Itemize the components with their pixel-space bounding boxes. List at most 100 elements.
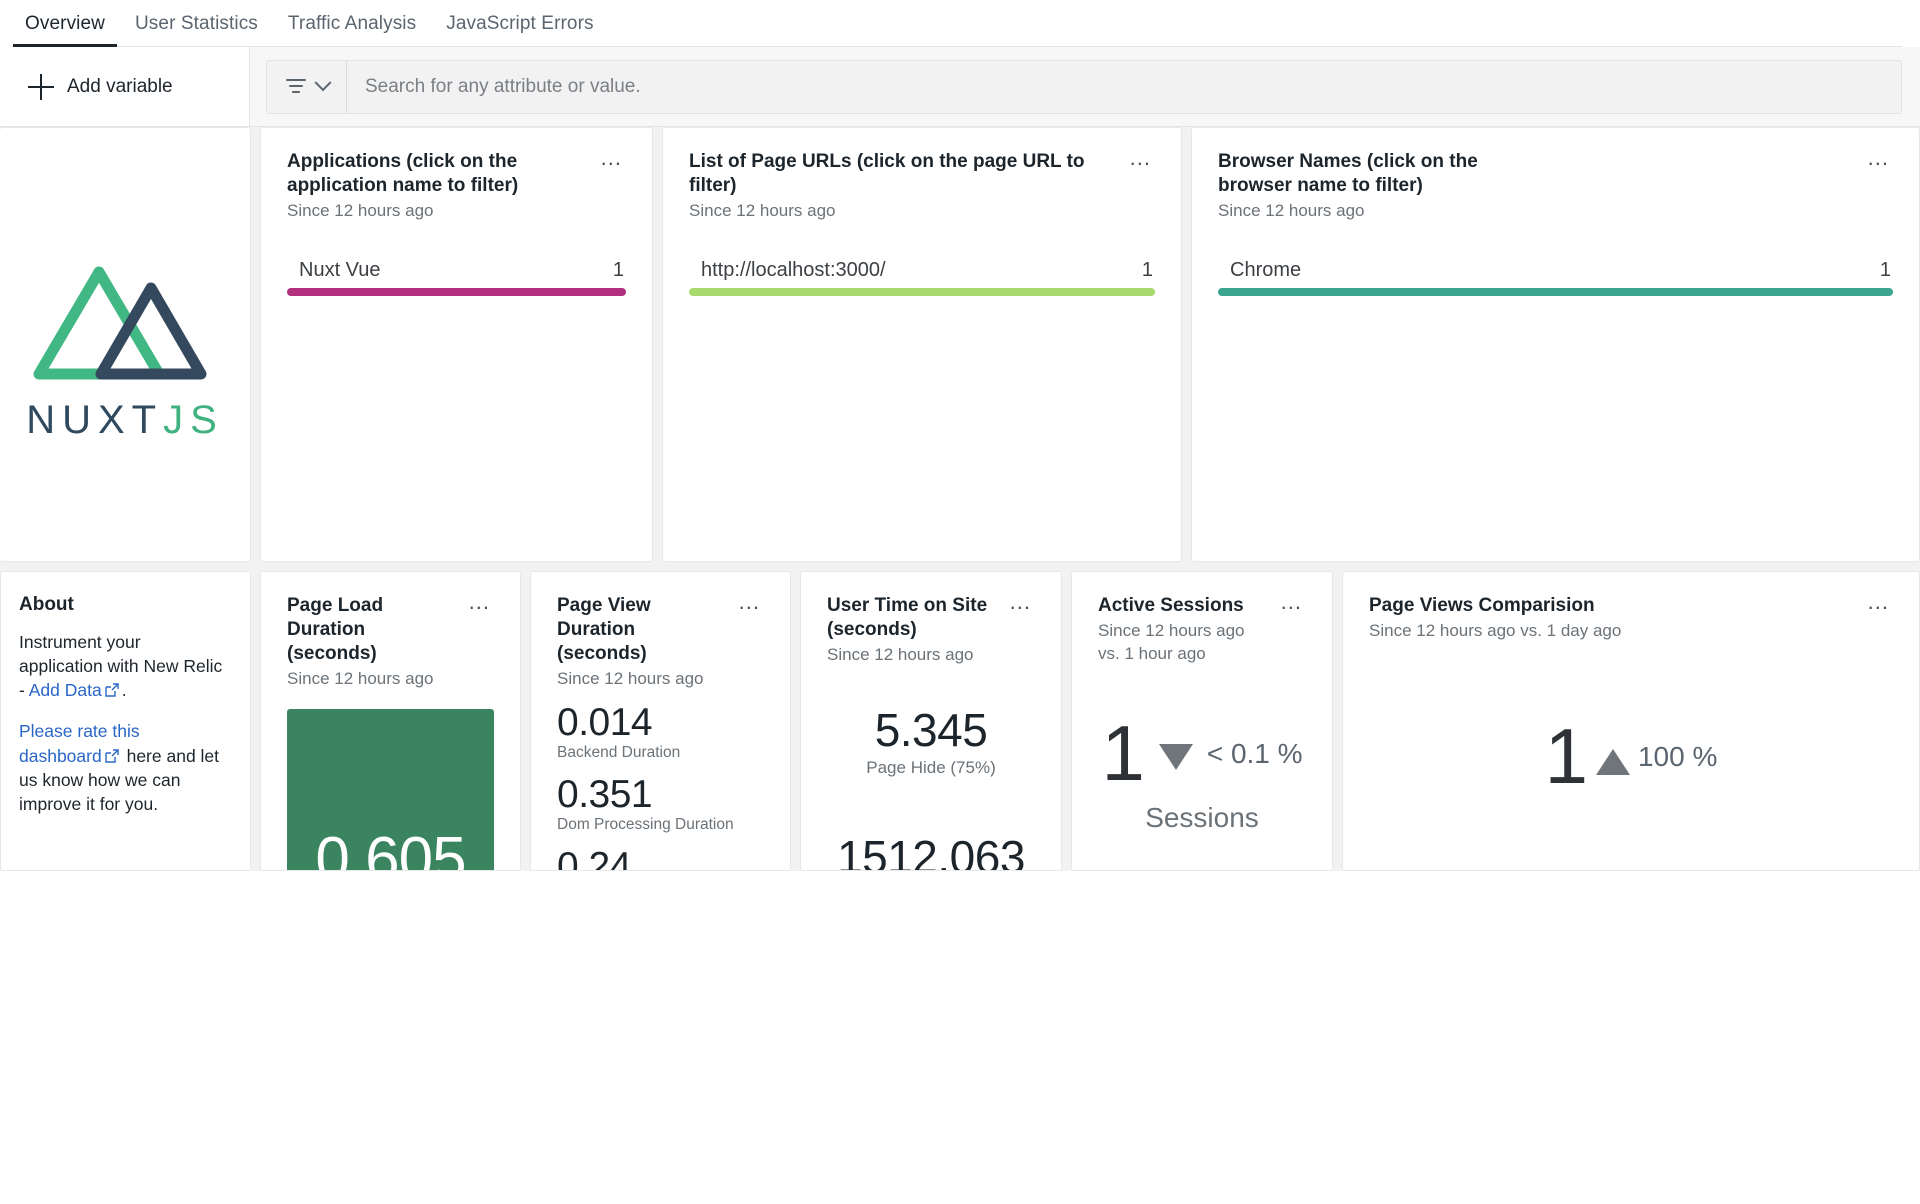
widget-title: Active Sessions <box>1098 594 1269 618</box>
tab-bar: Overview User Statistics Traffic Analysi… <box>0 0 1920 47</box>
toolbar: Add variable <box>0 47 1920 127</box>
nuxt-logo-text-js: JS <box>163 398 224 442</box>
billboard-change: < 0.1 % <box>1207 738 1303 770</box>
widget-title: Applications (click on the application n… <box>287 150 589 198</box>
add-variable-button[interactable]: Add variable <box>0 47 250 126</box>
bar-fill <box>1218 288 1893 296</box>
bar-track <box>1218 288 1893 296</box>
bar-value: 1 <box>613 259 624 282</box>
metric-item: 0.014 Backend Duration <box>557 703 764 762</box>
metric-list: 0.014 Backend Duration 0.351 Dom Process… <box>557 703 764 871</box>
tab-traffic-analysis[interactable]: Traffic Analysis <box>273 13 431 47</box>
logo-card: NUXTJS <box>0 127 251 562</box>
bar-value: 1 <box>1880 259 1891 282</box>
filter-dropdown-button[interactable] <box>267 61 347 113</box>
about-title: About <box>19 594 226 616</box>
widget-user-time-on-site: User Time on Site (seconds) Since 12 hou… <box>800 571 1062 871</box>
bar-fill <box>689 288 1155 296</box>
billboard-value: 1 <box>1101 718 1144 790</box>
page-load-duration-value: 0.605 <box>287 709 494 871</box>
bar-list-item[interactable]: http://localhost:3000/ 1 <box>689 259 1155 296</box>
widget-header: Page Views Comparision Since 12 hours ag… <box>1369 594 1893 643</box>
metric-value: 0.351 <box>557 775 764 815</box>
trend-up-icon <box>1596 749 1630 775</box>
bar-list-item[interactable]: Nuxt Vue 1 <box>287 259 626 296</box>
tab-javascript-errors[interactable]: JavaScript Errors <box>431 13 608 47</box>
widget-header: Page View Duration (seconds) Since 12 ho… <box>557 594 764 691</box>
metric-value: 5.345 <box>827 707 1035 754</box>
widget-menu-button[interactable]: ... <box>465 594 494 610</box>
widget-page-load-duration: Page Load Duration (seconds) Since 12 ho… <box>260 571 521 871</box>
bar-list-item[interactable]: Chrome 1 <box>1218 259 1893 296</box>
add-variable-label: Add variable <box>67 76 173 98</box>
bar-track <box>689 288 1155 296</box>
widget-title: User Time on Site (seconds) <box>827 594 998 642</box>
widget-subtitle: Since 12 hours ago <box>287 200 589 223</box>
widget-subtitle: Since 12 hours ago <box>1218 200 1548 223</box>
widget-browser-names: Browser Names (click on the browser name… <box>1191 127 1920 562</box>
about-paragraph-1: Instrument your application with New Rel… <box>19 630 226 702</box>
widget-page-urls: List of Page URLs (click on the page URL… <box>662 127 1182 562</box>
bar-fill <box>287 288 626 296</box>
widget-menu-button[interactable]: ... <box>1864 150 1893 166</box>
metric-label: Page Hide (75%) <box>827 758 1035 778</box>
widget-title: Page View Duration (seconds) <box>557 594 727 666</box>
about-paragraph-2: Please rate this dashboard here and let … <box>19 719 226 816</box>
widget-menu-button[interactable]: ... <box>1006 594 1035 610</box>
metric-label: Backend Duration <box>557 744 764 762</box>
billboard-label: Sessions <box>1098 802 1306 834</box>
widget-menu-button[interactable]: ... <box>735 594 764 610</box>
widget-active-sessions: Active Sessions Since 12 hours ago vs. 1… <box>1071 571 1333 871</box>
nuxt-logo-text-nuxt: NUXT <box>26 398 163 442</box>
widget-header: User Time on Site (seconds) Since 12 hou… <box>827 594 1035 667</box>
metric-item: 5.345 Page Hide (75%) <box>827 707 1035 778</box>
dashboard-row-1: NUXTJS Applications (click on the applic… <box>0 127 1920 571</box>
widget-header: Browser Names (click on the browser name… <box>1218 150 1893 223</box>
bar-label[interactable]: Chrome <box>1230 259 1301 282</box>
widget-title: Browser Names (click on the browser name… <box>1218 150 1548 198</box>
bar-list: http://localhost:3000/ 1 <box>689 259 1155 296</box>
dashboard-row-2: About Instrument your application with N… <box>0 571 1920 871</box>
widget-subtitle: Since 12 hours ago <box>287 668 457 691</box>
widget-header: List of Page URLs (click on the page URL… <box>689 150 1155 223</box>
bar-track <box>287 288 626 296</box>
widget-subtitle: Since 12 hours ago vs. 1 day ago <box>1369 620 1621 643</box>
widget-menu-button[interactable]: ... <box>1864 594 1893 610</box>
widget-header: Active Sessions Since 12 hours ago vs. 1… <box>1098 594 1306 666</box>
metric-value: 1512.063 <box>827 834 1035 871</box>
chevron-down-icon <box>315 74 332 91</box>
billboard: 1 100 % <box>1369 721 1893 793</box>
widget-header: Page Load Duration (seconds) Since 12 ho… <box>287 594 494 691</box>
bar-label[interactable]: Nuxt Vue <box>299 259 381 282</box>
widget-menu-button[interactable]: ... <box>1126 150 1155 166</box>
metric-item: 1512.063 Window Unload (75%) <box>827 834 1035 871</box>
widget-subtitle: Since 12 hours ago <box>557 668 727 691</box>
search-area <box>250 47 1920 126</box>
bar-list: Nuxt Vue 1 <box>287 259 626 296</box>
tab-user-statistics[interactable]: User Statistics <box>120 13 273 47</box>
widget-subtitle: Since 12 hours ago <box>689 200 1118 223</box>
external-link-icon <box>104 746 120 762</box>
metric-list: 5.345 Page Hide (75%) 1512.063 Window Un… <box>827 707 1035 871</box>
widget-applications: Applications (click on the application n… <box>260 127 653 562</box>
widget-about: About Instrument your application with N… <box>0 571 251 871</box>
about-text-period: . <box>122 680 127 700</box>
nuxt-triangles-icon <box>27 246 223 392</box>
widget-menu-button[interactable]: ... <box>597 150 626 166</box>
billboard-value: 1 <box>1545 721 1588 793</box>
bar-list: Chrome 1 <box>1218 259 1893 296</box>
metric-label: Dom Processing Duration <box>557 816 764 834</box>
nuxt-logo: NUXTJS <box>25 246 225 443</box>
search-input[interactable] <box>347 61 1901 113</box>
rate-dashboard-link[interactable]: Please rate this dashboard <box>19 721 140 765</box>
metric-item: 0.351 Dom Processing Duration <box>557 775 764 834</box>
bar-value: 1 <box>1142 259 1153 282</box>
dashboard: NUXTJS Applications (click on the applic… <box>0 127 1920 871</box>
widget-subtitle: Since 12 hours ago vs. 1 hour ago <box>1098 620 1269 666</box>
widget-menu-button[interactable]: ... <box>1277 594 1306 610</box>
metric-item: 0.24 Page Rendering Duration <box>557 847 764 871</box>
plus-icon <box>28 74 54 100</box>
tab-overview[interactable]: Overview <box>10 13 120 47</box>
add-data-link[interactable]: Add Data <box>29 680 102 700</box>
bar-label[interactable]: http://localhost:3000/ <box>701 259 886 282</box>
